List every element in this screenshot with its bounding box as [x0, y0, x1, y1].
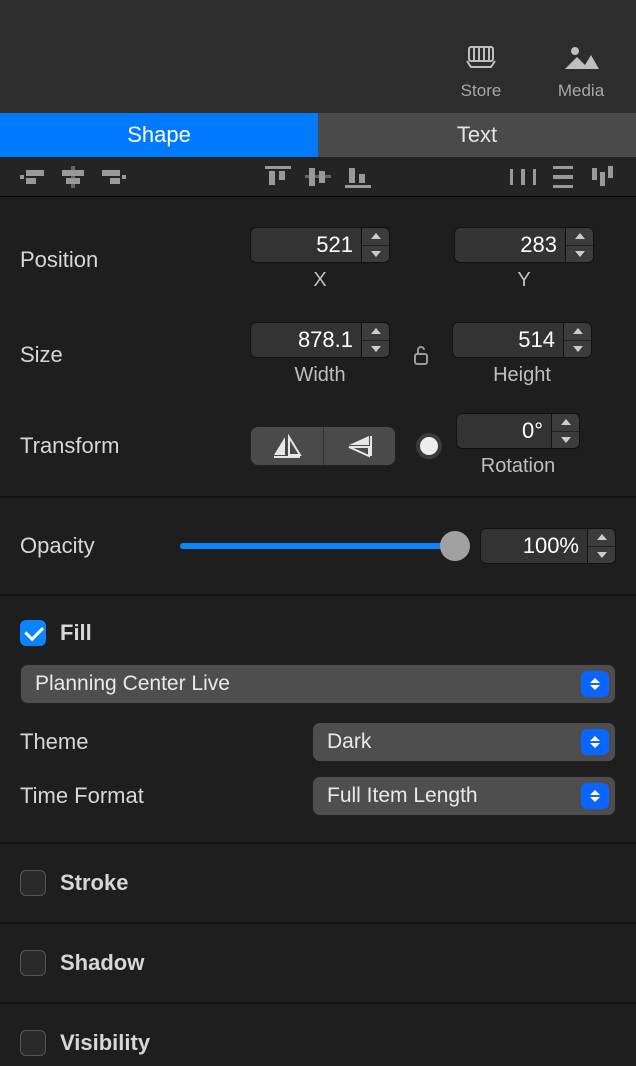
media-label: Media [558, 81, 604, 101]
transform-row: Transform 0° Rotation [20, 387, 616, 496]
distribute-v-icon[interactable] [548, 164, 578, 190]
size-lock-toggle[interactable] [408, 344, 434, 366]
size-height-input[interactable]: 514 [452, 322, 564, 358]
stroke-row: Stroke [20, 844, 616, 922]
opacity-slider[interactable] [180, 528, 464, 564]
visibility-row: Visibility [20, 1004, 616, 1066]
size-row: Size 878.1 Width 514 [20, 292, 616, 387]
fill-header-row: Fill [20, 596, 616, 664]
position-row: Position 521 X 283 Y [20, 197, 616, 292]
position-x-stepper[interactable] [362, 227, 390, 263]
shadow-label: Shadow [60, 950, 144, 976]
stroke-checkbox[interactable] [20, 870, 46, 896]
fill-type-dropdown[interactable]: Planning Center Live [20, 664, 616, 704]
rotation-input[interactable]: 0° [456, 413, 552, 449]
align-bottom-icon[interactable] [343, 164, 373, 190]
position-x-input[interactable]: 521 [250, 227, 362, 263]
align-left-icon[interactable] [18, 164, 48, 190]
align-right-icon[interactable] [98, 164, 128, 190]
flip-segmented [250, 426, 396, 466]
theme-label: Theme [20, 729, 312, 755]
size-width-stepper[interactable] [362, 322, 390, 358]
dropdown-chevrons-icon [581, 671, 609, 697]
time-format-dropdown[interactable]: Full Item Length [312, 776, 616, 816]
flip-horizontal-button[interactable] [251, 427, 323, 465]
size-label: Size [20, 342, 250, 368]
visibility-checkbox[interactable] [20, 1030, 46, 1056]
size-height-stepper[interactable] [564, 322, 592, 358]
window-toolbar: Store Media [0, 0, 636, 113]
transform-label: Transform [20, 433, 250, 459]
align-center-h-icon[interactable] [58, 164, 88, 190]
distribute-spacing-icon[interactable] [588, 164, 618, 190]
opacity-label: Opacity [20, 533, 180, 559]
time-format-label: Time Format [20, 783, 312, 809]
time-format-value: Full Item Length [327, 784, 478, 808]
alignment-toolbar [0, 157, 636, 197]
rotation-dial[interactable] [416, 433, 442, 459]
size-width-input[interactable]: 878.1 [250, 322, 362, 358]
dropdown-chevrons-icon [581, 783, 609, 809]
opacity-input[interactable]: 100% [480, 528, 588, 564]
rotation-stepper[interactable] [552, 413, 580, 449]
theme-value: Dark [327, 730, 371, 754]
shadow-checkbox[interactable] [20, 950, 46, 976]
store-label: Store [461, 81, 502, 101]
shopping-cart-icon [463, 43, 499, 71]
position-y-stepper[interactable] [566, 227, 594, 263]
flip-vertical-button[interactable] [323, 427, 395, 465]
size-width-sublabel: Width [294, 364, 345, 387]
tab-text[interactable]: Text [318, 113, 636, 157]
inspector-tabs: Shape Text [0, 113, 636, 157]
opacity-stepper[interactable] [588, 528, 616, 564]
size-height-sublabel: Height [493, 364, 551, 387]
fill-type-value: Planning Center Live [35, 672, 230, 696]
store-button[interactable]: Store [444, 43, 518, 101]
opacity-row: Opacity 100% [20, 498, 616, 594]
fill-checkbox[interactable] [20, 620, 46, 646]
fill-label: Fill [60, 620, 92, 646]
position-label: Position [20, 247, 250, 273]
position-x-sublabel: X [313, 269, 326, 292]
position-y-sublabel: Y [517, 269, 530, 292]
dropdown-chevrons-icon [581, 729, 609, 755]
stroke-label: Stroke [60, 870, 128, 896]
tab-shape[interactable]: Shape [0, 113, 318, 157]
distribute-h-icon[interactable] [508, 164, 538, 190]
align-middle-v-icon[interactable] [303, 164, 333, 190]
position-y-input[interactable]: 283 [454, 227, 566, 263]
rotation-sublabel: Rotation [481, 455, 556, 478]
media-image-icon [563, 43, 599, 71]
media-button[interactable]: Media [544, 43, 618, 101]
theme-dropdown[interactable]: Dark [312, 722, 616, 762]
align-top-icon[interactable] [263, 164, 293, 190]
shadow-row: Shadow [20, 924, 616, 1002]
visibility-label: Visibility [60, 1030, 150, 1056]
